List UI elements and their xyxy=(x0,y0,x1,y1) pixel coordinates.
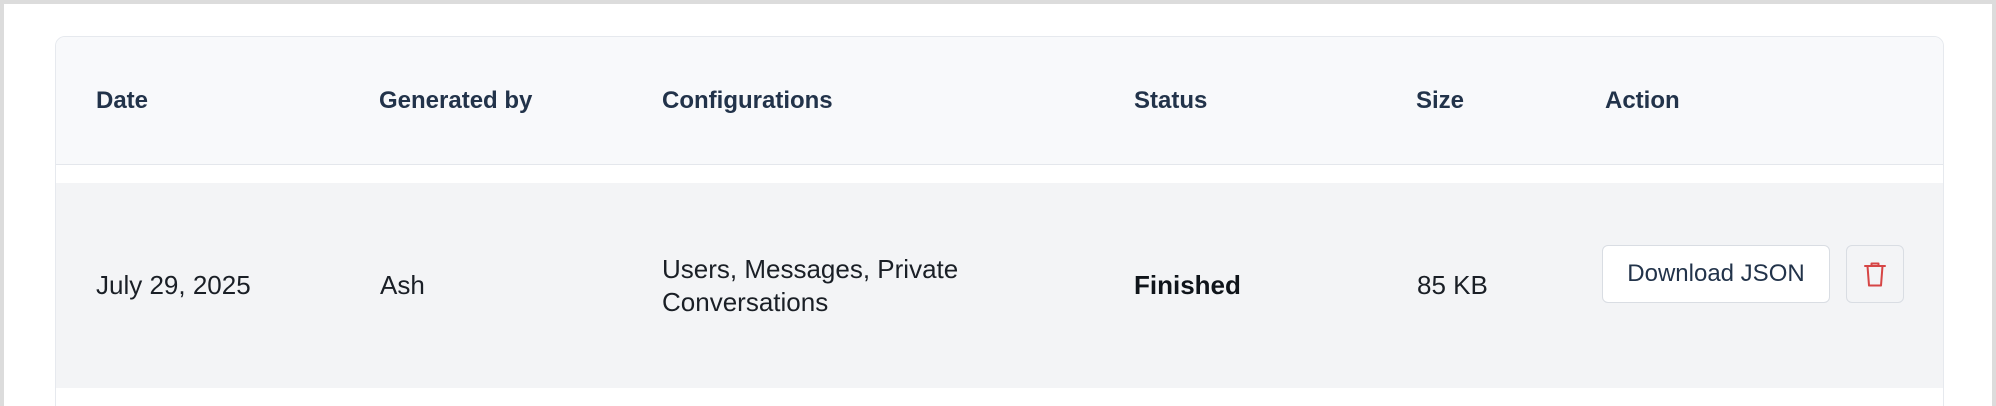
header-size: Size xyxy=(1416,87,1465,114)
header-configurations: Configurations xyxy=(662,87,833,114)
exports-table: Date Generated by Configurations Status … xyxy=(55,36,1944,406)
cell-configurations: Users, Messages, Private Conversations xyxy=(662,253,959,317)
header-status: Status xyxy=(1134,87,1208,114)
header-generated-by: Generated by xyxy=(379,87,533,114)
header-date: Date xyxy=(96,87,149,114)
cell-status: Finished xyxy=(1134,270,1241,300)
download-json-button[interactable]: Download JSON xyxy=(1602,245,1830,303)
cell-size: 85 KB xyxy=(1417,270,1488,300)
header-action: Action xyxy=(1605,87,1680,114)
page-frame: Date Generated by Configurations Status … xyxy=(4,4,1992,406)
table-header: Date Generated by Configurations Status … xyxy=(56,37,1943,165)
cell-generated-by: Ash xyxy=(380,270,425,300)
cell-date: July 29, 2025 xyxy=(96,270,251,300)
trash-icon xyxy=(1863,260,1887,288)
delete-button[interactable] xyxy=(1846,245,1904,303)
table-row: July 29, 2025 Ash Users, Messages, Priva… xyxy=(56,183,1943,388)
